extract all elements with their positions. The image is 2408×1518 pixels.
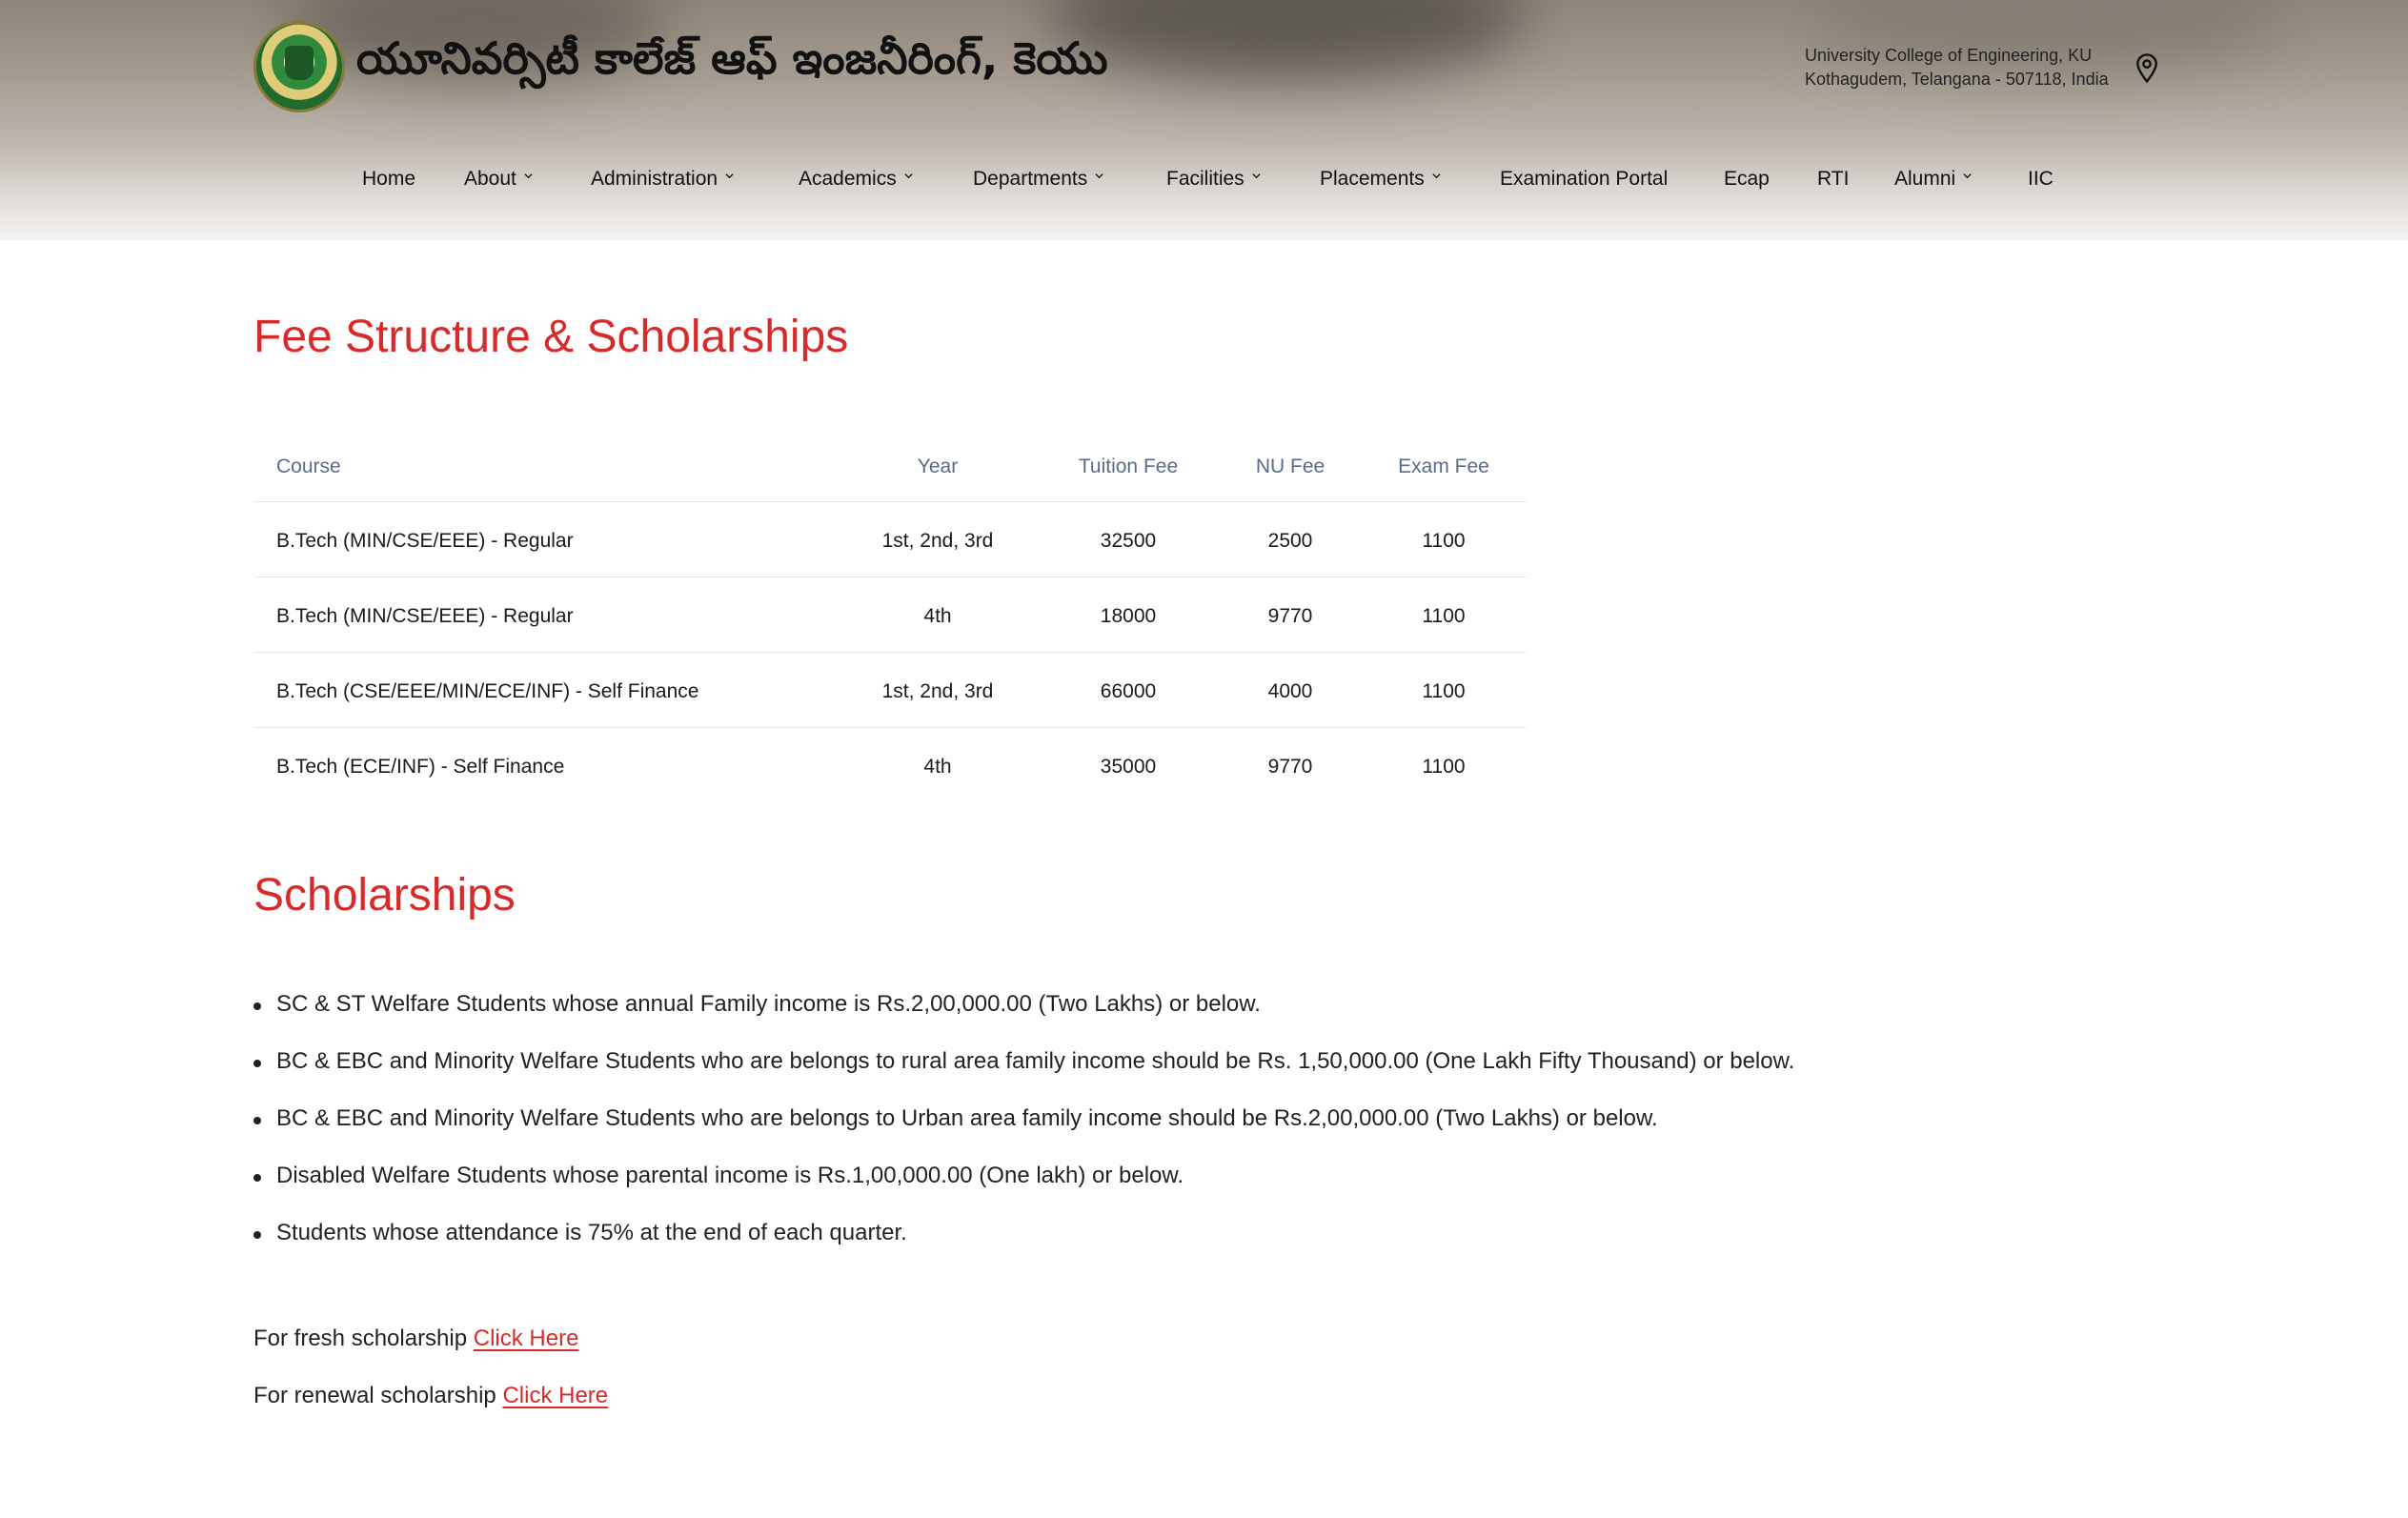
- fresh-scholarship-line: For fresh scholarship Click Here: [253, 1326, 578, 1352]
- header-background-blur: [1048, 0, 1525, 76]
- nav-item-home[interactable]: Home: [362, 168, 415, 191]
- nav-item-label: Administration: [591, 168, 718, 190]
- chevron-down-icon: [1095, 173, 1103, 179]
- renewal-scholarship-link[interactable]: Click Here: [502, 1383, 608, 1408]
- bullet-dot: [253, 1174, 261, 1182]
- list-item-text: BC & EBC and Minority Welfare Students w…: [276, 1105, 1658, 1131]
- fresh-scholarship-link[interactable]: Click Here: [474, 1326, 579, 1351]
- university-logo[interactable]: [253, 21, 345, 112]
- nav-item-ecap[interactable]: Ecap: [1724, 168, 1770, 191]
- table-cell: 2500: [1267, 530, 1313, 552]
- bullet-dot: [253, 1060, 261, 1067]
- table-cell: 18000: [1100, 605, 1157, 627]
- address-line-1: University College of Engineering, KU: [1805, 46, 2093, 65]
- row-divider: [253, 501, 1527, 502]
- nav-item-placements[interactable]: Placements: [1320, 168, 1441, 191]
- table-cell: 1100: [1422, 530, 1466, 552]
- chevron-down-icon: [725, 173, 734, 179]
- nav-item-facilities[interactable]: Facilities: [1166, 168, 1261, 191]
- nav-item-examination-portal[interactable]: Examination Portal: [1500, 168, 1668, 191]
- college-address: University College of Engineering, KU Ko…: [1805, 44, 2109, 91]
- fresh-scholarship-text: For fresh scholarship: [253, 1326, 468, 1351]
- table-cell: 4th: [923, 756, 952, 778]
- table-cell: B.Tech (CSE/EEE/MIN/ECE/INF) - Self Fina…: [276, 680, 699, 702]
- nav-item-label: Departments: [973, 168, 1088, 190]
- table-cell: 66000: [1100, 680, 1157, 702]
- fee-structure-heading: Fee Structure & Scholarships: [253, 312, 849, 362]
- list-item-text: Students whose attendance is 75% at the …: [276, 1220, 907, 1245]
- site-title[interactable]: యూనివర్సిటీ కాలేజ్ ఆఫ్ ఇంజనీరింగ్, కెయు: [356, 32, 1108, 95]
- table-header-course: Course: [276, 455, 341, 477]
- list-item-text: Disabled Welfare Students whose parental…: [276, 1163, 1184, 1188]
- table-cell: 1100: [1422, 605, 1466, 627]
- table-cell: 1100: [1422, 756, 1466, 778]
- nav-item-label: Ecap: [1724, 168, 1770, 190]
- nav-item-academics[interactable]: Academics: [799, 168, 913, 191]
- table-cell: 35000: [1100, 756, 1157, 778]
- list-item-text: BC & EBC and Minority Welfare Students w…: [276, 1048, 1795, 1074]
- nav-item-label: RTI: [1817, 168, 1850, 190]
- table-cell: 32500: [1100, 530, 1157, 552]
- bullet-dot: [253, 1002, 261, 1010]
- nav-item-rti[interactable]: RTI: [1817, 168, 1849, 191]
- nav-item-label: About: [464, 168, 516, 190]
- table-cell: B.Tech (MIN/CSE/EEE) - Regular: [276, 605, 574, 627]
- bullet-dot: [253, 1117, 261, 1124]
- nav-item-label: Facilities: [1166, 168, 1244, 190]
- table-cell: 4000: [1267, 680, 1313, 702]
- nav-item-label: Alumni: [1894, 168, 1956, 190]
- nav-item-label: Academics: [799, 168, 897, 190]
- renewal-scholarship-text: For renewal scholarship: [253, 1383, 496, 1408]
- chevron-down-icon: [1252, 173, 1261, 179]
- list-item-text: SC & ST Welfare Students whose annual Fa…: [276, 991, 1261, 1017]
- nav-item-label: Examination Portal: [1500, 168, 1669, 190]
- table-cell: 4th: [923, 605, 952, 627]
- table-header-year: Year: [917, 455, 959, 477]
- nav-item-alumni[interactable]: Alumni: [1894, 168, 1972, 191]
- table-cell: B.Tech (MIN/CSE/EEE) - Regular: [276, 530, 574, 552]
- table-header-tuition-fee: Tuition Fee: [1078, 455, 1179, 477]
- nav-item-label: Placements: [1320, 168, 1425, 190]
- table-header-exam-fee: Exam Fee: [1398, 455, 1489, 477]
- chevron-down-icon: [524, 173, 533, 179]
- nav-item-label: IIC: [2028, 168, 2054, 190]
- row-divider: [253, 652, 1527, 653]
- chevron-down-icon: [1432, 173, 1441, 179]
- nav-item-about[interactable]: About: [464, 168, 533, 191]
- chevron-down-icon: [904, 173, 913, 179]
- row-divider: [253, 727, 1527, 728]
- main-navigation: Home About Administration Academics Departme…: [0, 168, 2408, 196]
- site-header: యూనివర్సిటీ కాలేజ్ ఆఫ్ ఇంజనీరింగ్, కెయు …: [0, 0, 2408, 240]
- renewal-scholarship-line: For renewal scholarship Click Here: [253, 1383, 608, 1409]
- table-cell: 9770: [1267, 756, 1313, 778]
- table-cell: 1st, 2nd, 3rd: [881, 680, 994, 702]
- nav-item-label: Home: [362, 168, 416, 190]
- nav-item-iic[interactable]: IIC: [2028, 168, 2054, 191]
- map-pin-icon[interactable]: [2133, 52, 2161, 85]
- table-header-nu-fee: NU Fee: [1255, 455, 1325, 477]
- address-line-2: Kothagudem, Telangana - 507118, India: [1805, 70, 2109, 89]
- table-cell: 1st, 2nd, 3rd: [881, 530, 994, 552]
- nav-item-departments[interactable]: Departments: [973, 168, 1103, 191]
- table-cell: 9770: [1267, 605, 1313, 627]
- nav-item-administration[interactable]: Administration: [591, 168, 734, 191]
- logo-emblem: [285, 46, 314, 80]
- chevron-down-icon: [1963, 173, 1972, 179]
- table-cell: 1100: [1422, 680, 1466, 702]
- scholarships-heading: Scholarships: [253, 870, 516, 921]
- table-cell: B.Tech (ECE/INF) - Self Finance: [276, 756, 565, 778]
- bullet-dot: [253, 1231, 261, 1239]
